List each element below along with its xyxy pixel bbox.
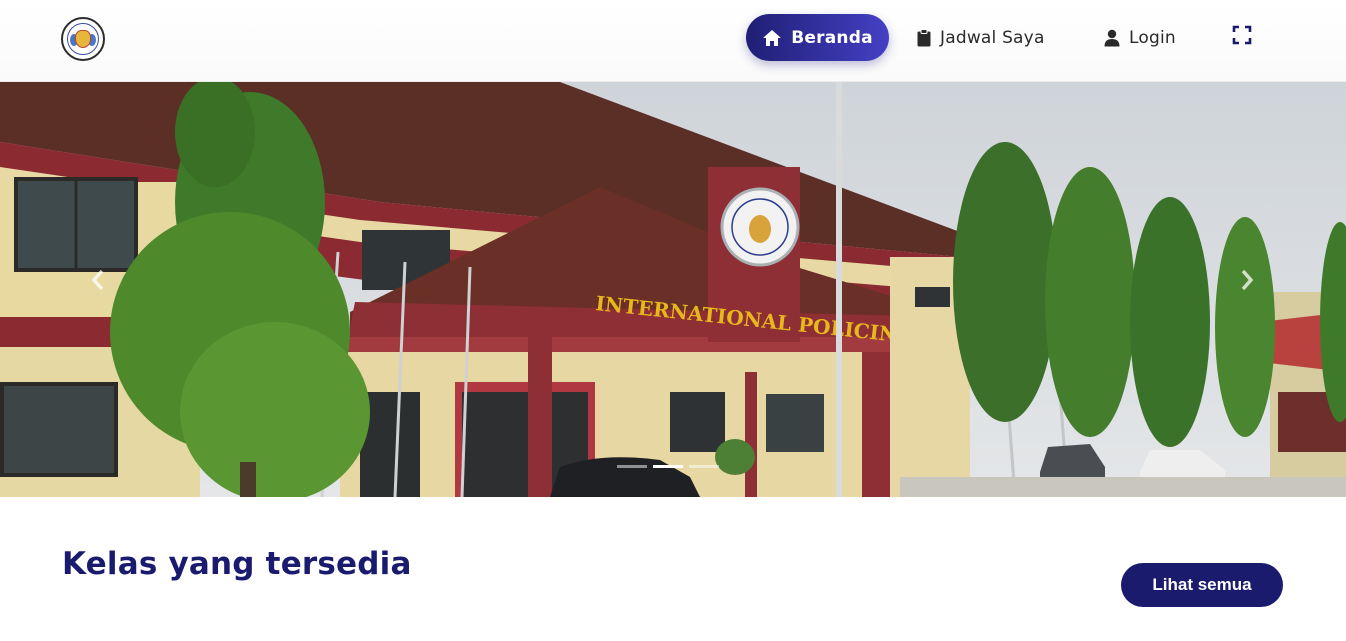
section-title: Kelas yang tersedia (62, 546, 412, 582)
fullscreen-icon[interactable] (1231, 24, 1253, 46)
carousel-indicator[interactable] (617, 465, 647, 468)
nav-beranda[interactable]: Beranda (746, 14, 889, 61)
home-icon (763, 29, 782, 46)
carousel-indicator[interactable] (689, 465, 719, 468)
nav-jadwal-saya[interactable]: Jadwal Saya (917, 14, 1045, 61)
see-all-button[interactable]: Lihat semua (1121, 563, 1283, 607)
nav-jadwal-saya-label: Jadwal Saya (940, 27, 1045, 48)
nav-beranda-label: Beranda (791, 27, 873, 48)
nav-login-label: Login (1129, 27, 1176, 48)
carousel-indicators (617, 465, 719, 468)
carousel-indicator-active[interactable] (653, 465, 683, 468)
chevron-left-icon (91, 269, 104, 291)
chevron-right-icon (1241, 269, 1254, 291)
clipboard-icon (917, 28, 931, 46)
carousel-prev-button[interactable] (86, 260, 110, 300)
user-icon (1104, 29, 1120, 46)
navbar: Beranda Jadwal Saya Login (0, 0, 1346, 82)
carousel-next-button[interactable] (1235, 260, 1259, 300)
building-photo: INTERNATIONAL POLICING SCHOOL (0, 82, 1346, 497)
school-emblem-logo[interactable] (61, 17, 105, 61)
nav-login[interactable]: Login (1104, 14, 1176, 61)
hero-carousel: INTERNATIONAL POLICING SCHOOL (0, 82, 1346, 497)
